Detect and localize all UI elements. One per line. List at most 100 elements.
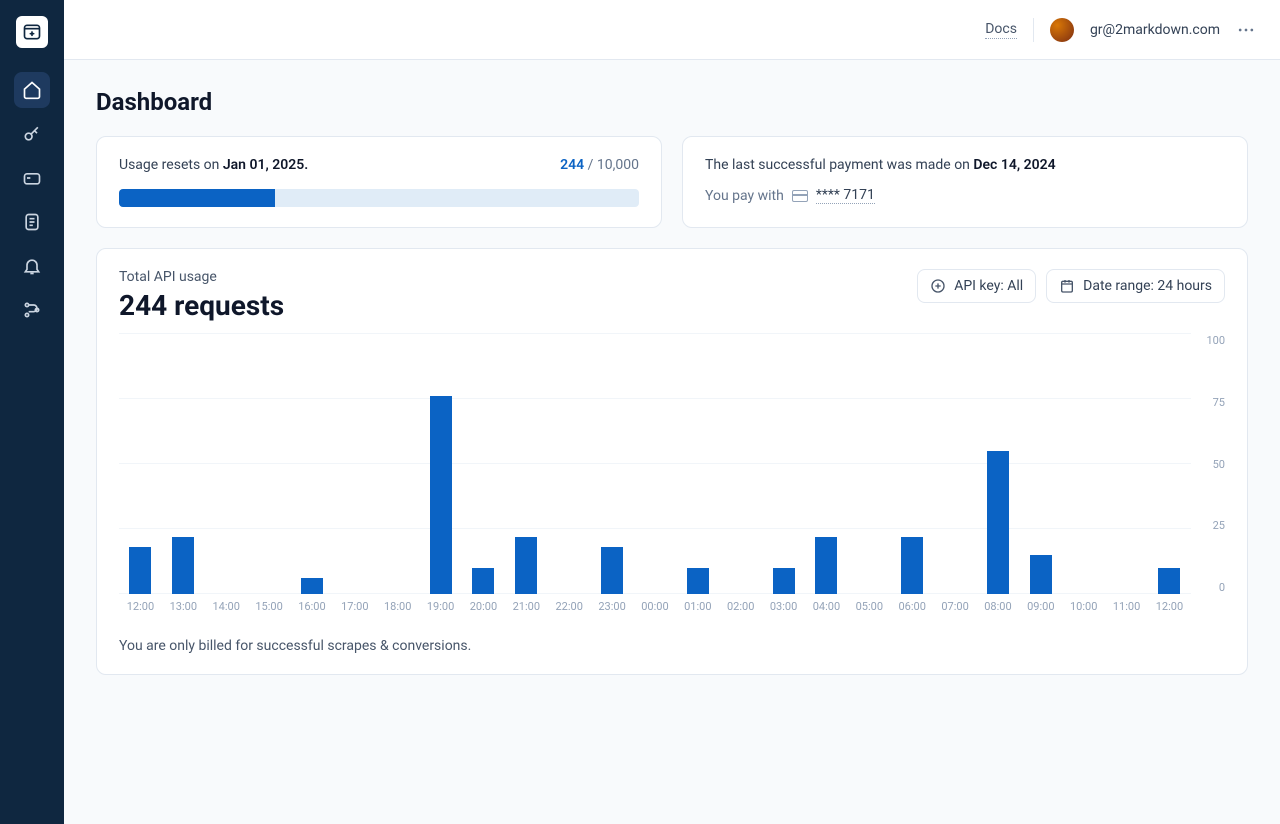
billing-note: You are only billed for successful scrap…: [119, 638, 1225, 654]
y-tick: 75: [1213, 396, 1225, 409]
chart-card: Total API usage 244 requests API key: Al…: [96, 248, 1248, 675]
bar-slot: [505, 334, 548, 594]
x-tick: 06:00: [891, 600, 934, 624]
x-tick: 16:00: [291, 600, 334, 624]
payment-status-text: The last successful payment was made on …: [705, 157, 1225, 173]
chart-headline: 244 requests: [119, 289, 284, 322]
bar-slot: [1062, 334, 1105, 594]
nav-playground[interactable]: [14, 160, 50, 196]
x-tick: 03:00: [762, 600, 805, 624]
bar[interactable]: [430, 396, 452, 594]
x-tick: 12:00: [1148, 600, 1191, 624]
avatar[interactable]: [1050, 18, 1074, 42]
x-tick: 10:00: [1062, 600, 1105, 624]
bar[interactable]: [1030, 555, 1052, 594]
bar-slot: [462, 334, 505, 594]
bar-slot: [333, 334, 376, 594]
page-title: Dashboard: [96, 88, 1248, 116]
more-menu-button[interactable]: [1236, 20, 1256, 40]
x-tick: 11:00: [1105, 600, 1148, 624]
bar-slot: [548, 334, 591, 594]
bar-slot: [419, 334, 462, 594]
bar-slot: [634, 334, 677, 594]
bar[interactable]: [773, 568, 795, 594]
bar[interactable]: [1158, 568, 1180, 594]
y-tick: 100: [1206, 334, 1225, 347]
credit-card-icon: [792, 190, 808, 202]
topbar: Docs gr@2markdown.com: [64, 0, 1280, 60]
x-tick: 13:00: [162, 600, 205, 624]
bar[interactable]: [129, 547, 151, 594]
bar[interactable]: [172, 537, 194, 594]
docs-link[interactable]: Docs: [985, 21, 1017, 39]
bar-slot: [162, 334, 205, 594]
bar-slot: [205, 334, 248, 594]
pay-with-label: You pay with: [705, 188, 784, 204]
x-tick: 02:00: [719, 600, 762, 624]
api-key-filter[interactable]: API key: All: [917, 269, 1036, 303]
y-tick: 0: [1219, 581, 1225, 594]
bar-slot: [719, 334, 762, 594]
x-tick: 05:00: [848, 600, 891, 624]
x-tick: 20:00: [462, 600, 505, 624]
y-tick: 25: [1213, 519, 1225, 532]
usage-count: 244 / 10,000: [560, 157, 639, 173]
x-tick: 15:00: [248, 600, 291, 624]
usage-card: Usage resets on Jan 01, 2025. 244 / 10,0…: [96, 136, 662, 228]
nav-logs[interactable]: [14, 204, 50, 240]
plus-circle-icon: [930, 278, 946, 294]
bar[interactable]: [472, 568, 494, 594]
nav-keys[interactable]: [14, 116, 50, 152]
bar[interactable]: [601, 547, 623, 594]
x-tick: 04:00: [805, 600, 848, 624]
x-tick: 14:00: [205, 600, 248, 624]
divider: [1033, 18, 1034, 42]
date-range-filter[interactable]: Date range: 24 hours: [1046, 269, 1225, 303]
bar[interactable]: [301, 578, 323, 594]
bar[interactable]: [815, 537, 837, 594]
bar-slot: [934, 334, 977, 594]
usage-reset-text: Usage resets on Jan 01, 2025.: [119, 157, 308, 173]
bar-slot: [1148, 334, 1191, 594]
dots-horizontal-icon: [1236, 20, 1256, 40]
chart-area: 12:0013:0014:0015:0016:0017:0018:0019:00…: [119, 334, 1225, 624]
calendar-icon: [1059, 278, 1075, 294]
x-tick: 22:00: [548, 600, 591, 624]
bar-slot: [119, 334, 162, 594]
nav-notifications[interactable]: [14, 248, 50, 284]
payment-card: The last successful payment was made on …: [682, 136, 1248, 228]
x-tick: 00:00: [634, 600, 677, 624]
x-tick: 17:00: [333, 600, 376, 624]
bar[interactable]: [687, 568, 709, 594]
nav-home[interactable]: [14, 72, 50, 108]
usage-progress-bar: [119, 189, 639, 207]
x-tick: 18:00: [376, 600, 419, 624]
x-tick: 01:00: [676, 600, 719, 624]
bar[interactable]: [901, 537, 923, 594]
bar-slot: [591, 334, 634, 594]
bar[interactable]: [987, 451, 1009, 594]
bar-slot: [1019, 334, 1062, 594]
user-email: gr@2markdown.com: [1090, 22, 1220, 38]
bar[interactable]: [515, 537, 537, 594]
card-last4[interactable]: **** 7171: [816, 187, 875, 204]
chart-subtitle: Total API usage: [119, 269, 284, 285]
bar-slot: [291, 334, 334, 594]
x-tick: 08:00: [977, 600, 1020, 624]
x-tick: 21:00: [505, 600, 548, 624]
bar-slot: [977, 334, 1020, 594]
y-tick: 50: [1213, 458, 1225, 471]
sidebar: [0, 0, 64, 824]
x-tick: 12:00: [119, 600, 162, 624]
x-tick: 09:00: [1019, 600, 1062, 624]
bar-slot: [805, 334, 848, 594]
bar-slot: [248, 334, 291, 594]
bar-slot: [1105, 334, 1148, 594]
nav-integrations[interactable]: [14, 292, 50, 328]
app-logo: [16, 16, 48, 48]
bar-slot: [762, 334, 805, 594]
bar-slot: [376, 334, 419, 594]
x-tick: 23:00: [591, 600, 634, 624]
bar-slot: [848, 334, 891, 594]
bar-slot: [676, 334, 719, 594]
